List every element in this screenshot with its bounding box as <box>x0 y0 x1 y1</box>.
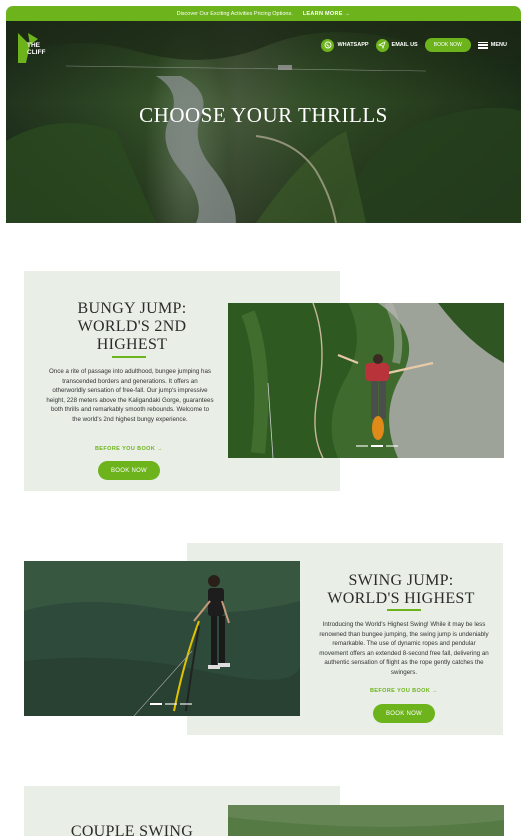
bungy-photo <box>228 303 504 458</box>
swing-description: Introducing the World's Highest Swing! W… <box>319 621 489 676</box>
bungy-title-line-3: HIGHEST <box>96 336 168 353</box>
whatsapp-icon <box>321 38 335 52</box>
hamburger-icon <box>477 41 488 49</box>
swing-slide-dots[interactable] <box>150 703 192 705</box>
hero-banner: THE CLIFF WHATSAPP EMAIL US BOOK NOW MEN… <box>6 21 521 223</box>
bungy-title-line-2: WORLD'S 2ND <box>77 318 187 335</box>
header-nav: WHATSAPP EMAIL US BOOK NOW MENU <box>321 38 507 52</box>
bungy-slide-dots[interactable] <box>356 445 398 447</box>
swing-title-line-1: SWING JUMP: <box>348 572 454 589</box>
couple-swing-photo <box>228 805 504 836</box>
bungy-title-line-1: BUNGY JUMP: <box>77 300 187 317</box>
swing-jumper-image <box>24 561 300 716</box>
email-link[interactable]: EMAIL US <box>375 38 418 52</box>
whatsapp-link[interactable]: WHATSAPP <box>321 38 369 52</box>
swing-book-now-button[interactable]: BOOK NOW <box>373 704 435 723</box>
book-now-button[interactable]: BOOK NOW <box>424 38 471 52</box>
bungy-title-rule <box>112 356 146 358</box>
swing-title: SWING JUMP: WORLD'S HIGHEST <box>296 572 506 608</box>
bungy-title: BUNGY JUMP: WORLD'S 2ND HIGHEST <box>28 300 236 354</box>
whatsapp-label: WHATSAPP <box>337 42 369 48</box>
email-label: EMAIL US <box>391 42 418 48</box>
promo-text: Discover Our Exciting Activities Pricing… <box>176 10 293 17</box>
swing-title-line-2: WORLD'S HIGHEST <box>327 590 475 607</box>
hero-title: CHOOSE YOUR THRILLS <box>139 103 388 127</box>
swing-title-rule <box>387 609 421 611</box>
couple-swing-title: COUPLE SWING <box>70 823 194 836</box>
bungy-book-now-button[interactable]: BOOK NOW <box>98 461 160 480</box>
bungy-jumper-image <box>228 303 504 458</box>
promo-bar: Discover Our Exciting Activities Pricing… <box>6 6 521 21</box>
send-icon <box>375 38 389 52</box>
page: Discover Our Exciting Activities Pricing… <box>6 6 521 836</box>
couple-swing-image <box>228 805 504 836</box>
swing-photo <box>24 561 300 716</box>
bungy-before-you-book-link[interactable]: BEFORE YOU BOOK → <box>66 446 192 452</box>
menu-button[interactable]: MENU <box>477 41 507 49</box>
bungy-description: Once a rite of passage into adulthood, b… <box>46 368 214 423</box>
swing-before-you-book-link[interactable]: BEFORE YOU BOOK → <box>341 688 467 694</box>
logo-text: THE CLIFF <box>27 42 46 56</box>
learn-more-link[interactable]: LEARN MORE → <box>303 11 351 17</box>
logo-line-2: CLIFF <box>27 48 46 56</box>
menu-label: MENU <box>490 42 507 48</box>
